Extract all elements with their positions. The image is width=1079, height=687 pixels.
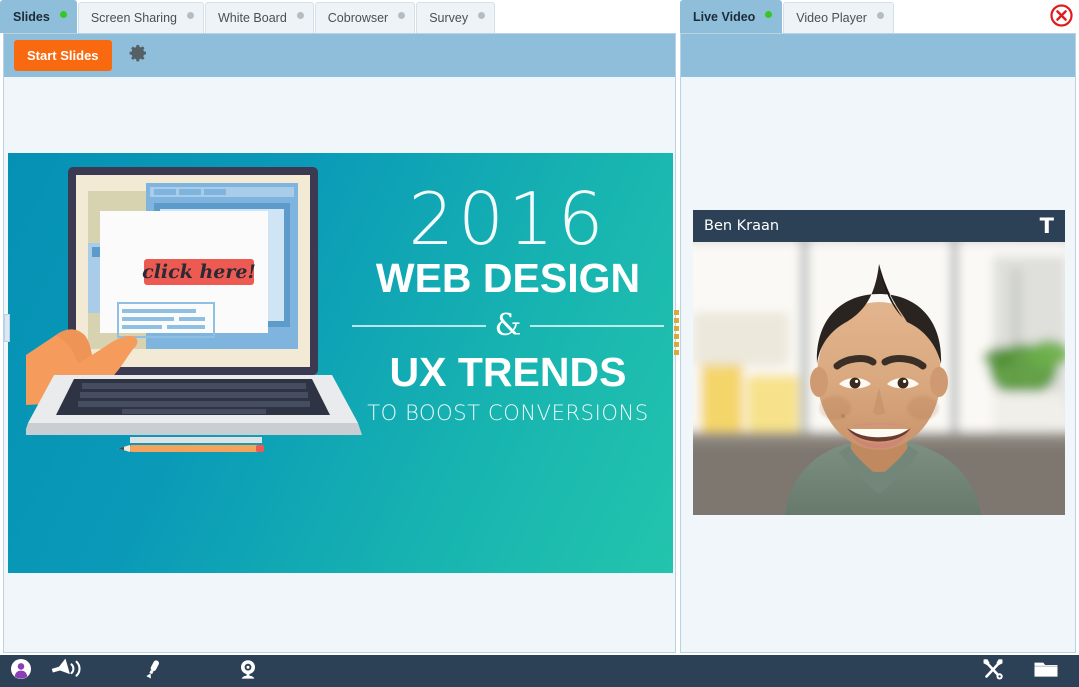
speaker-volume-icon[interactable]: [49, 658, 85, 685]
slides-panel: Start Slides click here! 2016 WEB DESIGN…: [3, 33, 676, 653]
rule-left: [352, 324, 486, 327]
drag-handle-dot: [674, 350, 679, 355]
status-dot-icon: [59, 11, 67, 18]
bottom-toolbar: [0, 655, 1079, 687]
microphone-icon[interactable]: [142, 658, 164, 685]
drag-handle-dot: [674, 318, 679, 323]
status-dot-icon: [876, 12, 884, 19]
live-video-panel: Ben Kraan T: [680, 33, 1076, 653]
slide-line-2: WEB DESIGN: [375, 255, 641, 302]
slide-image[interactable]: click here! 2016 WEB DESIGN & UX TRENDS …: [8, 153, 673, 573]
slides-toolbar: Start Slides: [4, 34, 675, 77]
slide-ampersand-row: &: [352, 308, 664, 343]
status-dot-icon: [398, 12, 406, 19]
tab-video-player[interactable]: Video Player: [783, 2, 894, 33]
slide-year: 2016: [408, 177, 608, 261]
gear-icon[interactable]: [128, 43, 148, 68]
tab-live-video[interactable]: Live Video: [680, 0, 783, 33]
tools-icon[interactable]: [981, 657, 1005, 686]
drag-handle-dot: [674, 326, 679, 331]
close-icon[interactable]: [1049, 3, 1074, 28]
participant-name: Ben Kraan: [704, 218, 780, 234]
svg-text:click here!: click here!: [142, 261, 256, 283]
slide-line-4: TO BOOST CONVERSIONS: [367, 401, 649, 426]
bottom-toolbar-left-group: [0, 658, 259, 685]
slides-panel-body: click here! 2016 WEB DESIGN & UX TRENDS …: [4, 77, 675, 652]
tab-label: Survey: [429, 11, 469, 25]
status-dot-icon: [187, 12, 194, 19]
live-video-panel-body: Ben Kraan T: [681, 77, 1075, 652]
participants-icon[interactable]: [10, 658, 32, 685]
live-video-toolbar: [681, 34, 1075, 77]
slide-line-3: UX TRENDS: [389, 349, 627, 396]
tab-label: Slides: [13, 10, 50, 24]
status-dot-icon: [765, 11, 773, 18]
tab-label: Live Video: [693, 10, 756, 24]
drag-handle-dot: [674, 334, 679, 339]
tab-label: White Board: [218, 11, 287, 25]
webcam-frame-image: [693, 242, 1065, 515]
video-header: Ben Kraan T: [693, 210, 1065, 242]
tab-cobrowser[interactable]: Cobrowser: [314, 2, 416, 33]
right-panel-tabstrip: Live Video Video Player: [680, 0, 1079, 33]
tab-label: Video Player: [796, 11, 867, 25]
tab-survey[interactable]: Survey: [416, 2, 496, 33]
status-dot-icon: [478, 12, 486, 19]
tab-label: Cobrowser: [327, 11, 389, 25]
drag-handle-dot: [674, 342, 679, 347]
text-tool-icon[interactable]: T: [1040, 215, 1057, 237]
tab-white-board[interactable]: White Board: [205, 2, 314, 33]
status-dot-icon: [296, 12, 304, 19]
folder-icon[interactable]: [1033, 658, 1059, 685]
conference-app-window: Slides Screen Sharing White Board Cobrow…: [0, 0, 1079, 687]
laptop-illustration: click here!: [26, 167, 362, 452]
video-card: Ben Kraan T: [693, 210, 1065, 515]
rule-right: [530, 324, 664, 327]
slide-text-block: 2016 WEB DESIGN & UX TRENDS TO BOOST CON…: [348, 177, 668, 426]
left-panel-tabstrip: Slides Screen Sharing White Board Cobrow…: [0, 0, 676, 33]
drag-handle-dot: [674, 310, 679, 315]
webcam-icon[interactable]: [237, 658, 259, 685]
video-stream[interactable]: [693, 242, 1065, 515]
slide-ampersand: &: [494, 308, 522, 344]
bottom-toolbar-right-group: [981, 657, 1079, 686]
tab-label: Screen Sharing: [90, 11, 177, 25]
start-slides-button[interactable]: Start Slides: [14, 40, 112, 71]
tab-slides[interactable]: Slides: [0, 0, 77, 33]
collapse-arrow-icon[interactable]: [4, 314, 10, 342]
panel-splitter-handle[interactable]: [674, 310, 679, 360]
tab-screen-sharing[interactable]: Screen Sharing: [77, 2, 204, 33]
